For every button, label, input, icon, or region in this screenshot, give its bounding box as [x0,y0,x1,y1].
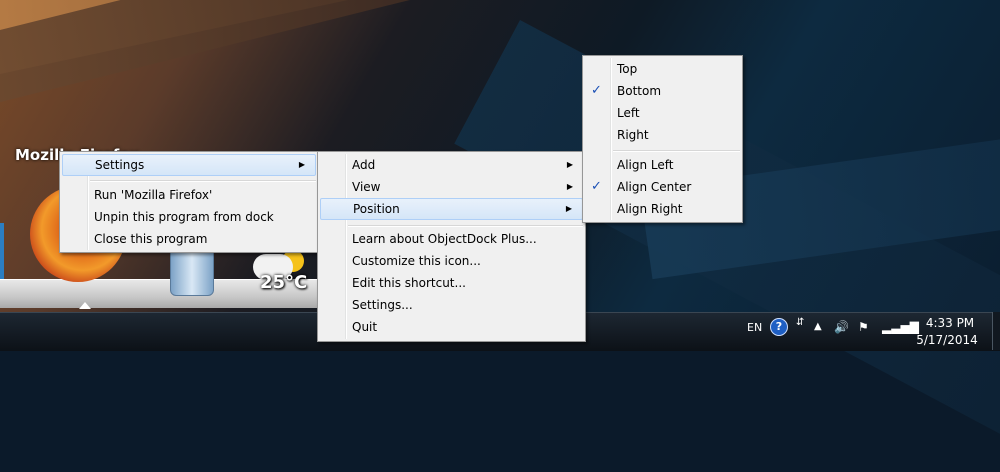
show-desktop-button[interactable] [992,312,1000,350]
submenu-arrow-icon: ▶ [298,160,305,169]
menu-item-label: Position [353,202,400,216]
menu-item-close[interactable]: Close this program [62,228,316,250]
menu-item-bottom[interactable]: ✓ Bottom [585,80,740,102]
menu-item-top[interactable]: Top [585,58,740,80]
menu-item-customize-icon[interactable]: Customize this icon... [320,250,583,272]
weather-temperature: 25°C [260,272,308,293]
recycle-bin-icon[interactable] [170,248,214,296]
menu-item-label: Align Center [617,180,692,194]
menu-item-quit[interactable]: Quit [320,316,583,338]
menu-item-settings-dialog[interactable]: Settings... [320,294,583,316]
menu-item-label: Bottom [617,84,662,98]
menu-item-learn[interactable]: Learn about ObjectDock Plus... [320,228,583,250]
position-submenu: Top ✓ Bottom Left Right Align Left ✓ Ali… [582,55,743,223]
menu-item-label: View [352,180,381,194]
settings-submenu: Add ▶ View ▶ Position ▶ Learn about Obje… [317,151,586,342]
menu-item-right[interactable]: Right [585,124,740,146]
signal-strength-icon[interactable]: ▂▃▅▇ [882,320,919,334]
menu-separator [613,150,740,152]
menu-item-edit-shortcut[interactable]: Edit this shortcut... [320,272,583,294]
dock-context-menu: Settings ▶ Run 'Mozilla Firefox' Unpin t… [59,151,319,253]
menu-separator [90,180,316,182]
dock-edge-icon[interactable] [0,223,4,279]
dock-active-indicator [79,302,91,309]
submenu-arrow-icon: ▶ [565,204,572,213]
clock-date[interactable]: 5/17/2014 [914,333,980,347]
menu-item-unpin[interactable]: Unpin this program from dock [62,206,316,228]
menu-item-align-center[interactable]: ✓ Align Center [585,176,740,198]
volume-icon[interactable]: 🔊 [834,320,849,334]
menu-item-label: Settings [95,158,145,172]
checkmark-icon: ✓ [591,179,602,194]
menu-item-align-right[interactable]: Align Right [585,198,740,220]
wallpaper-stripe [0,0,443,108]
action-center-flag-icon[interactable]: ⚑ [858,320,869,334]
menu-separator [348,225,583,227]
menu-item-add[interactable]: Add ▶ [320,154,583,176]
menu-item-settings[interactable]: Settings ▶ [62,154,316,176]
submenu-arrow-icon: ▶ [566,182,573,191]
show-hidden-icons-icon[interactable]: ▲ [814,321,822,332]
menu-item-view[interactable]: View ▶ [320,176,583,198]
menu-item-label: Add [352,158,376,172]
clock-time[interactable]: 4:33 PM [922,316,978,330]
network-status-icon[interactable]: ⇵ [796,317,804,328]
language-indicator[interactable]: EN [747,321,762,334]
menu-item-run[interactable]: Run 'Mozilla Firefox' [62,184,316,206]
menu-item-align-left[interactable]: Align Left [585,154,740,176]
help-icon[interactable]: ? [770,318,788,336]
menu-item-position[interactable]: Position ▶ [320,198,583,220]
menu-item-left[interactable]: Left [585,102,740,124]
submenu-arrow-icon: ▶ [566,160,573,169]
checkmark-icon: ✓ [591,83,602,98]
